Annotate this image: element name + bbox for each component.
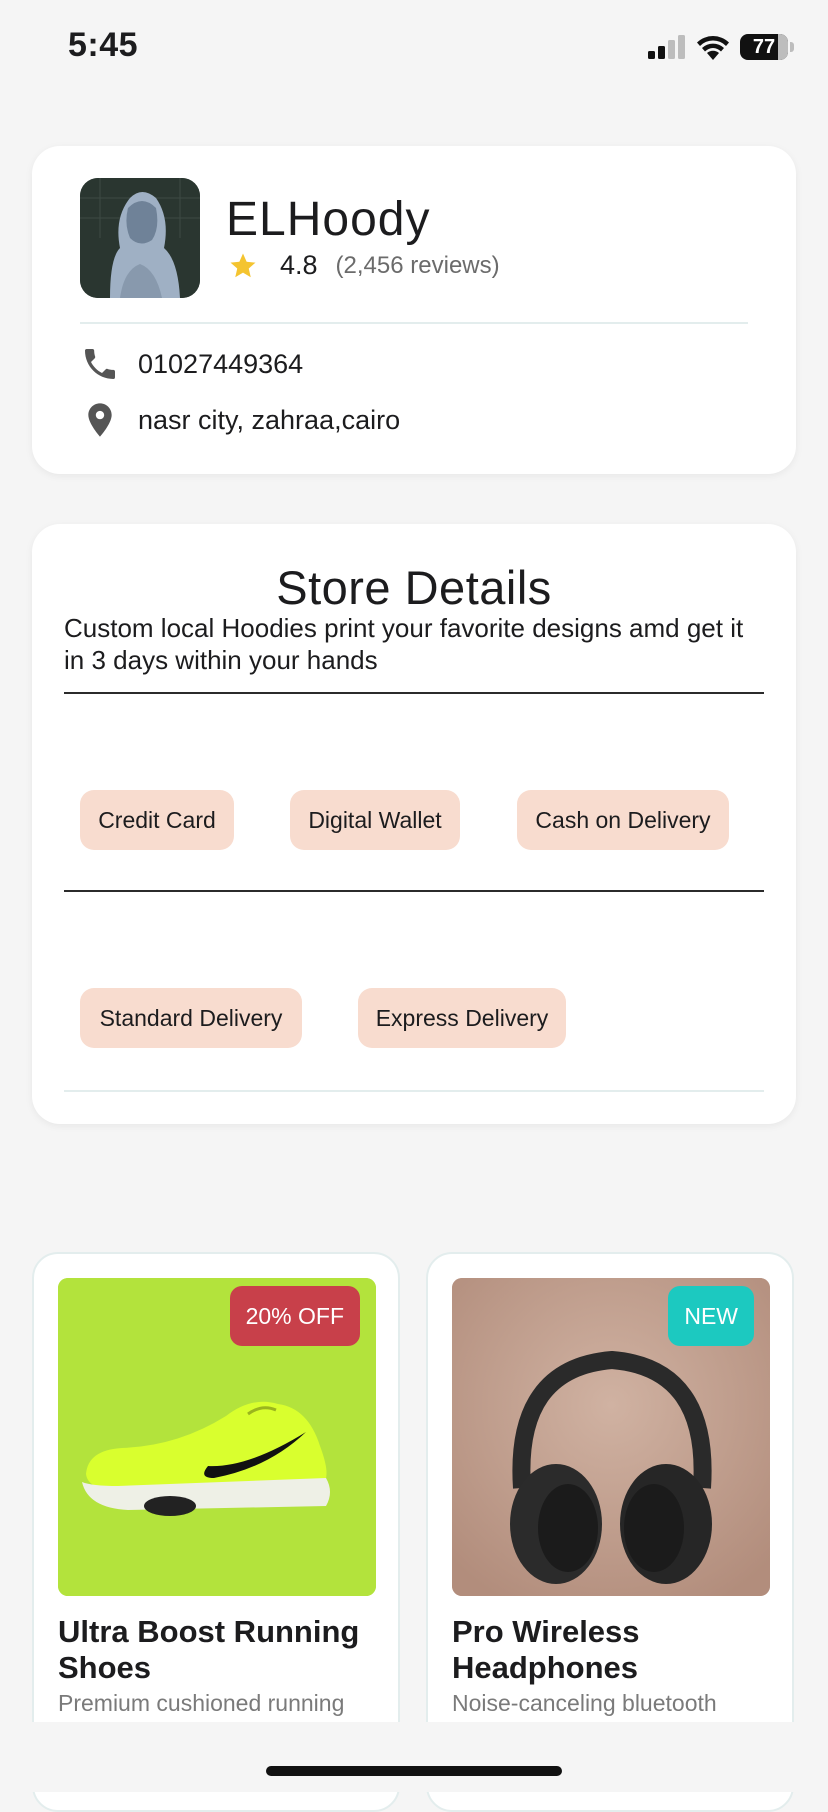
star-icon: [230, 253, 256, 277]
store-name: ELHoody: [226, 193, 431, 246]
review-count: (2,456 reviews): [335, 251, 500, 279]
wifi-icon: [697, 36, 729, 60]
store-avatar[interactable]: [80, 178, 200, 298]
hoodie-person-image: [80, 178, 200, 298]
profile-divider: [80, 322, 748, 324]
store-description: Custom local Hoodies print your favorite…: [64, 613, 744, 675]
payment-chip-cash-on-delivery[interactable]: Cash on Delivery: [517, 790, 729, 850]
payment-divider: [64, 890, 764, 892]
phone-number: 01027449364: [138, 348, 304, 379]
address-row[interactable]: nasr city, zahraa,cairo: [80, 400, 400, 440]
delivery-chip-express[interactable]: Express Delivery: [358, 988, 566, 1048]
rating-value: 4.8: [280, 250, 318, 280]
description-divider: [64, 692, 764, 694]
store-address: nasr city, zahraa,cairo: [138, 404, 401, 435]
delivery-chip-standard[interactable]: Standard Delivery: [80, 988, 302, 1048]
store-profile-card: ELHoody 4.8 (2,456 reviews) 01027449364 …: [32, 146, 796, 474]
phone-icon: [85, 349, 115, 379]
bottom-safe-area: [0, 1722, 828, 1792]
battery-icon: 77: [740, 34, 788, 60]
location-pin-icon: [88, 403, 112, 437]
details-title: Store Details: [276, 561, 552, 614]
payment-chip-digital-wallet[interactable]: Digital Wallet: [290, 790, 460, 850]
product-name: Pro Wireless Headphones: [452, 1614, 640, 1685]
status-time: 5:45: [68, 26, 139, 64]
discount-badge: 20% OFF: [229, 1286, 360, 1346]
phone-row[interactable]: 01027449364: [80, 344, 303, 384]
delivery-divider: [64, 1090, 764, 1092]
product-name: Ultra Boost Running Shoes: [58, 1614, 360, 1685]
battery-tip: [790, 42, 794, 52]
status-icons: 77: [648, 34, 794, 60]
payment-chip-credit-card[interactable]: Credit Card: [80, 790, 234, 850]
rating-row: 4.8 (2,456 reviews): [228, 250, 500, 281]
store-details-card: Store Details Custom local Hoodies print…: [32, 524, 796, 1124]
home-indicator[interactable]: [266, 1766, 562, 1776]
battery-level: 77: [752, 35, 776, 58]
new-badge: NEW: [668, 1286, 754, 1346]
signal-icon: [648, 35, 685, 59]
